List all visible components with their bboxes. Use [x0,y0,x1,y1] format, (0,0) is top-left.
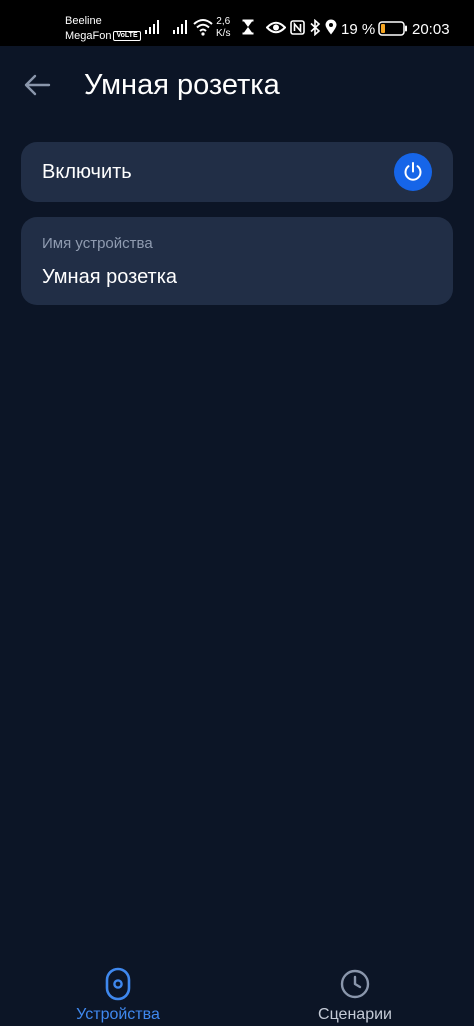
device-name-value: Умная розетка [42,266,178,288]
nav-item-scenarios[interactable]: Сценарии [275,955,435,1026]
wifi-icon [193,19,213,36]
battery-percent: 19 % [341,21,376,38]
nav-label-devices: Устройства [76,1006,160,1023]
clock: 20:03 [412,21,450,38]
net-speed-value: 2,6 [216,16,231,27]
bluetooth-icon [310,19,321,36]
clock-icon [340,969,370,999]
nfc-icon [290,20,305,35]
status-bar: Beeline MegaFon VoLTE 2,6 K/s 19 % 20:03 [0,0,474,46]
signal-icon [145,20,159,34]
device-name-label: Имя устройства [42,235,153,252]
power-toggle-card[interactable]: Включить [21,142,453,202]
nav-item-devices[interactable]: Устройства [38,955,198,1026]
net-speed: 2,6 K/s [216,16,230,40]
power-button[interactable] [394,153,432,191]
carrier-1: Beeline [65,15,102,27]
volte-badge: VoLTE [113,31,141,42]
device-name-card[interactable]: Имя устройства Умная розетка [21,217,453,305]
location-icon [325,19,337,35]
power-toggle-label: Включить [42,161,132,183]
bottom-navigation: Устройства Сценарии [0,955,474,1026]
nav-label-scenarios: Сценарии [318,1006,392,1023]
arrow-left-icon [24,74,51,96]
eye-icon [266,21,286,34]
power-icon [404,162,422,181]
battery-icon [378,21,407,36]
back-button[interactable] [20,68,54,102]
hourglass-icon [242,19,254,35]
carrier-2: MegaFon [65,30,112,42]
page-title: Умная розетка [84,69,280,101]
net-speed-unit: K/s [216,28,231,39]
device-icon [105,967,131,1001]
signal-icon [173,20,187,34]
carrier-info: Beeline MegaFon VoLTE [65,14,141,44]
